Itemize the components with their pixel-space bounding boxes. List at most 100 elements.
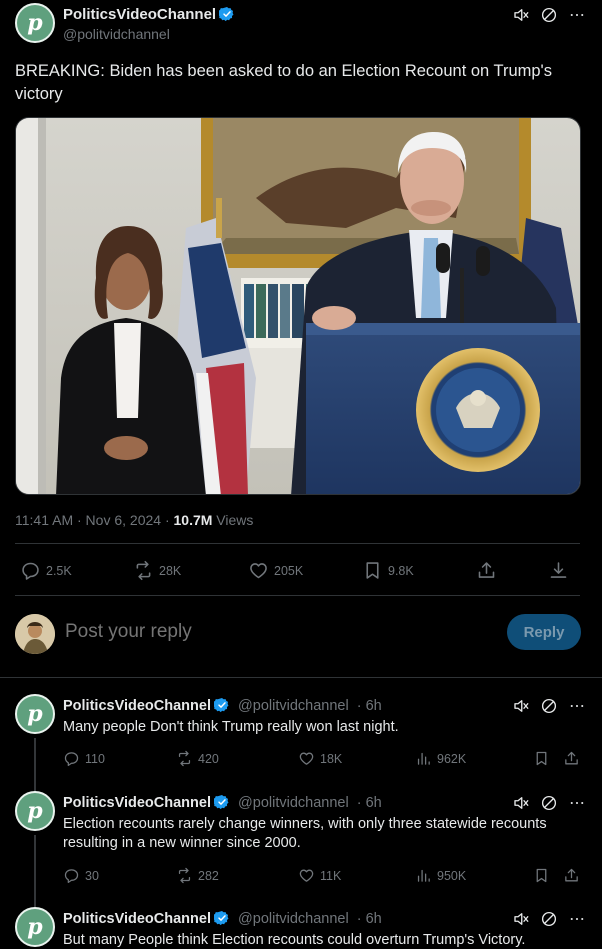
- download-button[interactable]: [548, 560, 569, 581]
- bookmark-count: 9.8K: [388, 563, 414, 578]
- main-tweet-header: p PoliticsVideoChannel @politvidchannel: [15, 3, 587, 45]
- reply-count: 2.5K: [46, 563, 72, 578]
- bookmark-icon: [533, 750, 550, 767]
- author-avatar[interactable]: p: [15, 3, 55, 43]
- author-handle[interactable]: @politvidchannel: [63, 26, 235, 42]
- repost-count: 282: [198, 868, 219, 883]
- share-icon: [563, 867, 580, 884]
- current-user-avatar[interactable]: [15, 614, 55, 654]
- views-stat[interactable]: 950K: [415, 867, 533, 884]
- reply-input[interactable]: [65, 621, 365, 643]
- share-button[interactable]: [563, 867, 580, 884]
- like-count: 11K: [320, 868, 342, 883]
- post-text: But many People think Election recounts …: [63, 932, 526, 948]
- reply-stat[interactable]: 110: [63, 750, 176, 767]
- press-conference-photo: [16, 118, 580, 494]
- author-handle[interactable]: @politvidchannel: [238, 698, 349, 714]
- divider: [15, 543, 580, 544]
- like-stat[interactable]: 205K: [248, 560, 362, 581]
- reply-count: 30: [85, 868, 99, 883]
- main-tweet-engagement-bar: 2.5K 28K 205K 9.8K: [20, 560, 580, 581]
- repost-count: 28K: [159, 563, 182, 578]
- share-button[interactable]: [563, 750, 580, 767]
- post-header: PoliticsVideoChannel @politvidchannel · …: [63, 794, 382, 811]
- tweet-media-image[interactable]: [15, 117, 581, 495]
- thread-post[interactable]: p PoliticsVideoChannel @politvidchannel …: [15, 907, 587, 949]
- more-icon[interactable]: [567, 909, 587, 929]
- repost-icon: [133, 560, 154, 581]
- bookmark-stat[interactable]: 9.8K: [362, 560, 476, 581]
- author-display-name[interactable]: PoliticsVideoChannel: [63, 911, 211, 927]
- author-handle[interactable]: @politvidchannel: [238, 795, 349, 811]
- block-icon[interactable]: [539, 909, 559, 929]
- like-stat[interactable]: 18K: [298, 750, 415, 767]
- repost-stat[interactable]: 28K: [133, 560, 248, 581]
- reply-composer: Reply: [15, 612, 581, 656]
- author-avatar[interactable]: p: [15, 791, 55, 831]
- views-count: 962K: [437, 751, 467, 766]
- bookmark-button[interactable]: [533, 750, 563, 767]
- reply-button[interactable]: Reply: [507, 614, 581, 650]
- bookmark-icon: [362, 560, 383, 581]
- thread-post[interactable]: p PoliticsVideoChannel @politvidchannel …: [15, 694, 587, 792]
- mute-icon[interactable]: [511, 909, 531, 929]
- post-age[interactable]: · 6h: [357, 911, 382, 927]
- thread-post[interactable]: p PoliticsVideoChannel @politvidchannel …: [15, 791, 587, 907]
- block-icon[interactable]: [539, 5, 559, 25]
- view-count: 10.7M: [173, 512, 213, 528]
- repost-icon: [176, 750, 193, 767]
- repost-stat[interactable]: 420: [176, 750, 298, 767]
- post-text: Election recounts rarely change winners,…: [63, 816, 547, 851]
- more-icon[interactable]: [567, 5, 587, 25]
- author-avatar[interactable]: p: [15, 694, 55, 734]
- block-icon[interactable]: [539, 793, 559, 813]
- views-icon: [415, 750, 432, 767]
- thread-connector-line: [34, 738, 36, 792]
- mute-icon[interactable]: [511, 5, 531, 25]
- like-count: 18K: [320, 751, 343, 766]
- author-display-name[interactable]: PoliticsVideoChannel: [63, 6, 216, 23]
- author-display-name[interactable]: PoliticsVideoChannel: [63, 698, 211, 714]
- bookmark-button[interactable]: [533, 867, 563, 884]
- author-avatar[interactable]: p: [15, 907, 55, 947]
- verified-badge-icon: [214, 910, 230, 926]
- author-handle[interactable]: @politvidchannel: [238, 911, 349, 927]
- more-icon[interactable]: [567, 793, 587, 813]
- post-actions-top: [511, 696, 587, 716]
- post-engagement-bar: 30 282 11K 950K: [63, 867, 587, 884]
- reply-stat[interactable]: 30: [63, 867, 176, 884]
- verified-badge-icon: [219, 6, 235, 22]
- like-icon: [248, 560, 269, 581]
- mute-icon[interactable]: [511, 793, 531, 813]
- tweet-timestamp[interactable]: 11:41 AM · Nov 6, 2024 ·: [15, 512, 174, 528]
- post-header: PoliticsVideoChannel @politvidchannel · …: [63, 697, 382, 714]
- post-text: Many people Don't think Trump really won…: [63, 719, 399, 735]
- post-age[interactable]: · 6h: [357, 698, 382, 714]
- reply-count: 110: [85, 751, 105, 766]
- like-icon: [298, 867, 315, 884]
- author-name-block[interactable]: PoliticsVideoChannel @politvidchannel: [63, 6, 235, 42]
- verified-badge-icon: [214, 697, 230, 713]
- author-display-name[interactable]: PoliticsVideoChannel: [63, 795, 211, 811]
- views-count: 950K: [437, 868, 467, 883]
- post-age[interactable]: · 6h: [357, 795, 382, 811]
- more-icon[interactable]: [567, 696, 587, 716]
- reply-icon: [20, 560, 41, 581]
- repost-icon: [176, 867, 193, 884]
- post-header: PoliticsVideoChannel @politvidchannel · …: [63, 910, 382, 927]
- repost-stat[interactable]: 282: [176, 867, 298, 884]
- views-stat[interactable]: 962K: [415, 750, 533, 767]
- download-icon: [548, 560, 569, 581]
- like-stat[interactable]: 11K: [298, 867, 415, 884]
- verified-badge-icon: [214, 794, 230, 810]
- divider: [15, 595, 580, 596]
- post-actions-top: [511, 793, 587, 813]
- mute-icon[interactable]: [511, 696, 531, 716]
- post-engagement-bar: 110 420 18K 962K: [63, 750, 587, 767]
- block-icon[interactable]: [539, 696, 559, 716]
- main-tweet-text: BREAKING: Biden has been asked to do an …: [15, 62, 552, 103]
- post-actions-top: [511, 909, 587, 929]
- share-button[interactable]: [476, 560, 548, 581]
- divider: [0, 677, 602, 678]
- reply-stat[interactable]: 2.5K: [20, 560, 133, 581]
